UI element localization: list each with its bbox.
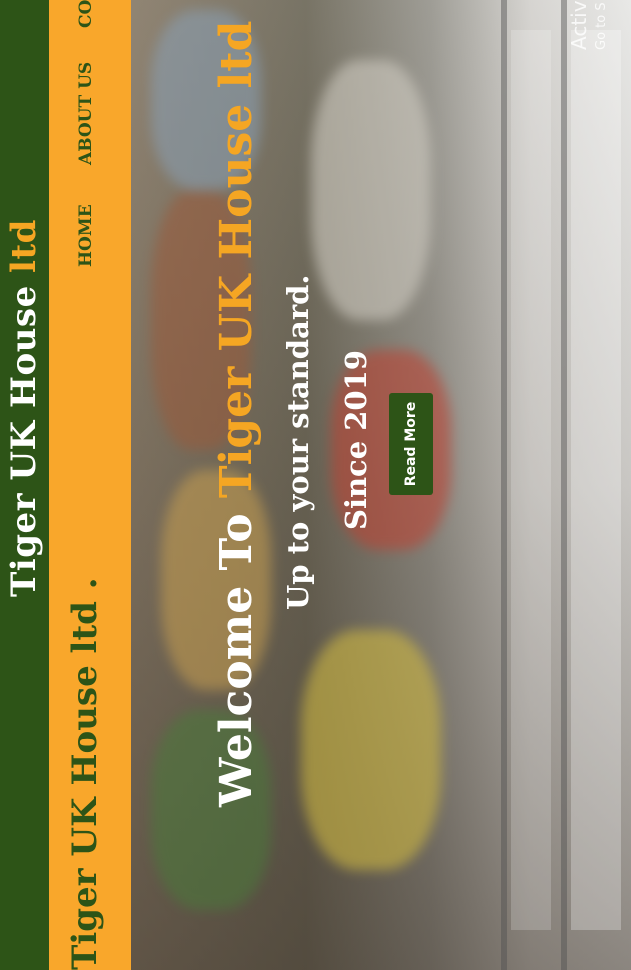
hero-subtitle: Up to your standard. (281, 274, 315, 610)
read-more-button[interactable]: Read More (389, 393, 433, 495)
shelf-line (501, 0, 507, 970)
nav-item-about-us[interactable]: ABOUT US (76, 62, 96, 165)
hero-title: Welcome To Tiger UK House ltd (211, 21, 262, 807)
floor-tiles (511, 30, 551, 930)
navbar-logo[interactable]: Tiger UK House ltd . (65, 577, 105, 970)
navbar-logo-dot: . (65, 577, 105, 602)
hero-title-prefix: Welcome To (211, 498, 262, 807)
hero-since: Since 2019 (339, 350, 373, 530)
top-bar-brand[interactable]: Tiger UK House ltd (4, 219, 44, 597)
top-bar: Tiger UK House ltd (0, 0, 49, 970)
nav-item-home[interactable]: HOME (76, 204, 96, 267)
navbar-logo-text: Tiger UK House ltd (65, 601, 105, 970)
background-blur (301, 630, 441, 870)
activate-windows-watermark: Activa (567, 0, 591, 50)
top-bar-brand-main: Tiger UK House (4, 272, 44, 597)
shelf-line (561, 0, 567, 970)
top-bar-brand-accent: ltd (4, 219, 44, 273)
floor-tiles (571, 30, 621, 930)
navbar: Tiger UK House ltd . HOME ABOUT US CO (49, 0, 131, 970)
activate-windows-sub: Go to S (594, 2, 609, 50)
nav-item-contact[interactable]: CO (76, 0, 96, 28)
hero-title-accent: Tiger UK House ltd (211, 20, 262, 499)
page-frame: Tiger UK House ltd Tiger UK House ltd . … (0, 0, 631, 970)
background-blur (311, 60, 431, 320)
hero-banner: Welcome To Tiger UK House ltd Up to your… (131, 0, 631, 970)
